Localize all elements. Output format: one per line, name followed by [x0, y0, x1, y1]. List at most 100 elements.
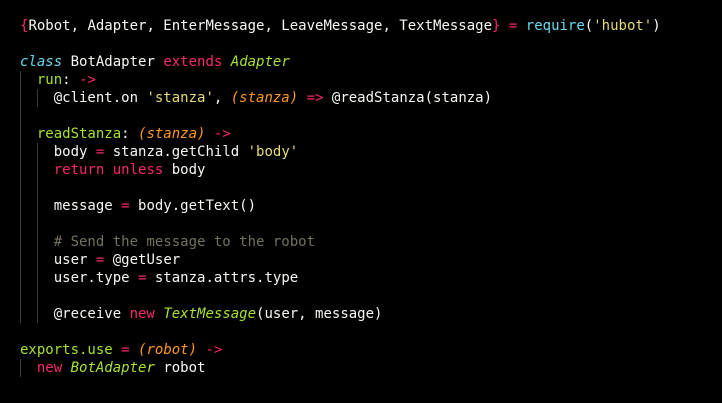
indent-guide	[20, 179, 21, 197]
code-line[interactable]: exports.use = (robot) ->	[20, 341, 661, 359]
indent-guide	[20, 89, 21, 107]
code-token: stanza.attrs.type	[146, 270, 299, 286]
code-token: # Send the message to the robot	[53, 234, 316, 250]
indent-guide	[20, 197, 21, 215]
code-token: exports.use	[20, 342, 122, 358]
code-token: Adapter	[230, 54, 290, 70]
code-editor[interactable]: {Robot, Adapter, EnterMessage, LeaveMess…	[0, 0, 722, 403]
code-line[interactable]	[20, 323, 661, 341]
code-line[interactable]: @receive new TextMessage(user, message)	[20, 305, 661, 323]
code-token: new	[129, 306, 155, 322]
code-token: 'body'	[247, 144, 299, 160]
indent-guide	[36, 287, 38, 305]
indent-guide	[36, 233, 38, 251]
code-token: @client.on	[53, 90, 147, 106]
indent-guide	[36, 197, 38, 215]
code-token: )	[652, 18, 661, 34]
code-token: ,	[213, 90, 231, 106]
indent-guide	[20, 143, 21, 161]
indent-guide	[20, 233, 21, 251]
code-token: :	[121, 126, 139, 142]
indent-guide	[20, 71, 21, 89]
code-token: unless	[112, 162, 164, 178]
code-token: =>	[306, 90, 324, 106]
code-token: stanza.getChild	[104, 144, 248, 160]
code-token: readStanza	[36, 126, 122, 142]
code-token: user	[53, 252, 96, 268]
code-token: class	[20, 54, 63, 70]
indent-guide	[36, 269, 38, 287]
code-token: body	[53, 144, 96, 160]
indent-guide	[20, 269, 21, 287]
code-line[interactable]: body = stanza.getChild 'body'	[20, 143, 661, 161]
code-line[interactable]: message = body.getText()	[20, 197, 661, 215]
indent-guide	[36, 89, 38, 107]
code-token: @readStanza(stanza)	[323, 90, 493, 106]
code-token: @receive	[53, 306, 130, 322]
code-line[interactable]: user = @getUser	[20, 251, 661, 269]
code-token: require	[525, 18, 585, 34]
code-line[interactable]: @client.on 'stanza', (stanza) => @readSt…	[20, 89, 661, 107]
code-token: extends	[163, 54, 223, 70]
indent-guide	[20, 359, 21, 377]
code-token: run	[36, 72, 63, 88]
code-line[interactable]: return unless body	[20, 161, 661, 179]
code-line[interactable]: readStanza: (stanza) ->	[20, 125, 661, 143]
indent-guide	[20, 287, 21, 305]
indent-guide	[20, 125, 21, 143]
code-line[interactable]	[20, 179, 661, 197]
indent-guide	[36, 143, 38, 161]
code-line[interactable]: user.type = stanza.attrs.type	[20, 269, 661, 287]
code-token: BotAdapter	[62, 54, 164, 70]
indent-guide	[20, 251, 21, 269]
code-token: (robot)	[138, 342, 198, 358]
code-line[interactable]: run: ->	[20, 71, 661, 89]
code-token: =	[121, 198, 130, 214]
code-area[interactable]: {Robot, Adapter, EnterMessage, LeaveMess…	[20, 17, 661, 377]
indent-guide	[20, 161, 21, 179]
code-line[interactable]: # Send the message to the robot	[20, 233, 661, 251]
code-token: message	[53, 198, 122, 214]
indent-guide	[20, 107, 21, 125]
code-line[interactable]	[20, 287, 661, 305]
code-token: (stanza)	[230, 90, 299, 106]
code-token: 'hubot'	[593, 18, 653, 34]
indent-guide	[36, 161, 38, 179]
indent-guide	[36, 305, 38, 323]
code-token: new	[36, 360, 63, 376]
code-line[interactable]: {Robot, Adapter, EnterMessage, LeaveMess…	[20, 17, 661, 35]
code-token: Robot, Adapter, EnterMessage, LeaveMessa…	[28, 18, 493, 34]
code-token: ->	[79, 72, 96, 88]
code-token: @getUser	[104, 252, 181, 268]
code-token: return	[53, 162, 105, 178]
code-line[interactable]	[20, 35, 661, 53]
indent-guide	[20, 215, 21, 233]
code-line[interactable]	[20, 215, 661, 233]
code-token: ->	[205, 342, 223, 358]
code-line[interactable]	[20, 107, 661, 125]
code-token: 'stanza'	[146, 90, 214, 106]
code-token: BotAdapter	[70, 360, 155, 376]
code-line[interactable]: class BotAdapter extends Adapter	[20, 53, 661, 71]
code-token: (stanza)	[138, 126, 206, 142]
indent-guide	[36, 251, 38, 269]
code-token: (user, message)	[256, 306, 383, 322]
code-token: ->	[213, 126, 231, 142]
code-token: body.getText()	[129, 198, 257, 214]
code-token: robot	[154, 360, 206, 376]
code-token: user.type	[53, 270, 139, 286]
code-token: TextMessage	[163, 306, 257, 322]
code-token: =	[121, 342, 130, 358]
code-line[interactable]: new BotAdapter robot	[20, 359, 661, 377]
